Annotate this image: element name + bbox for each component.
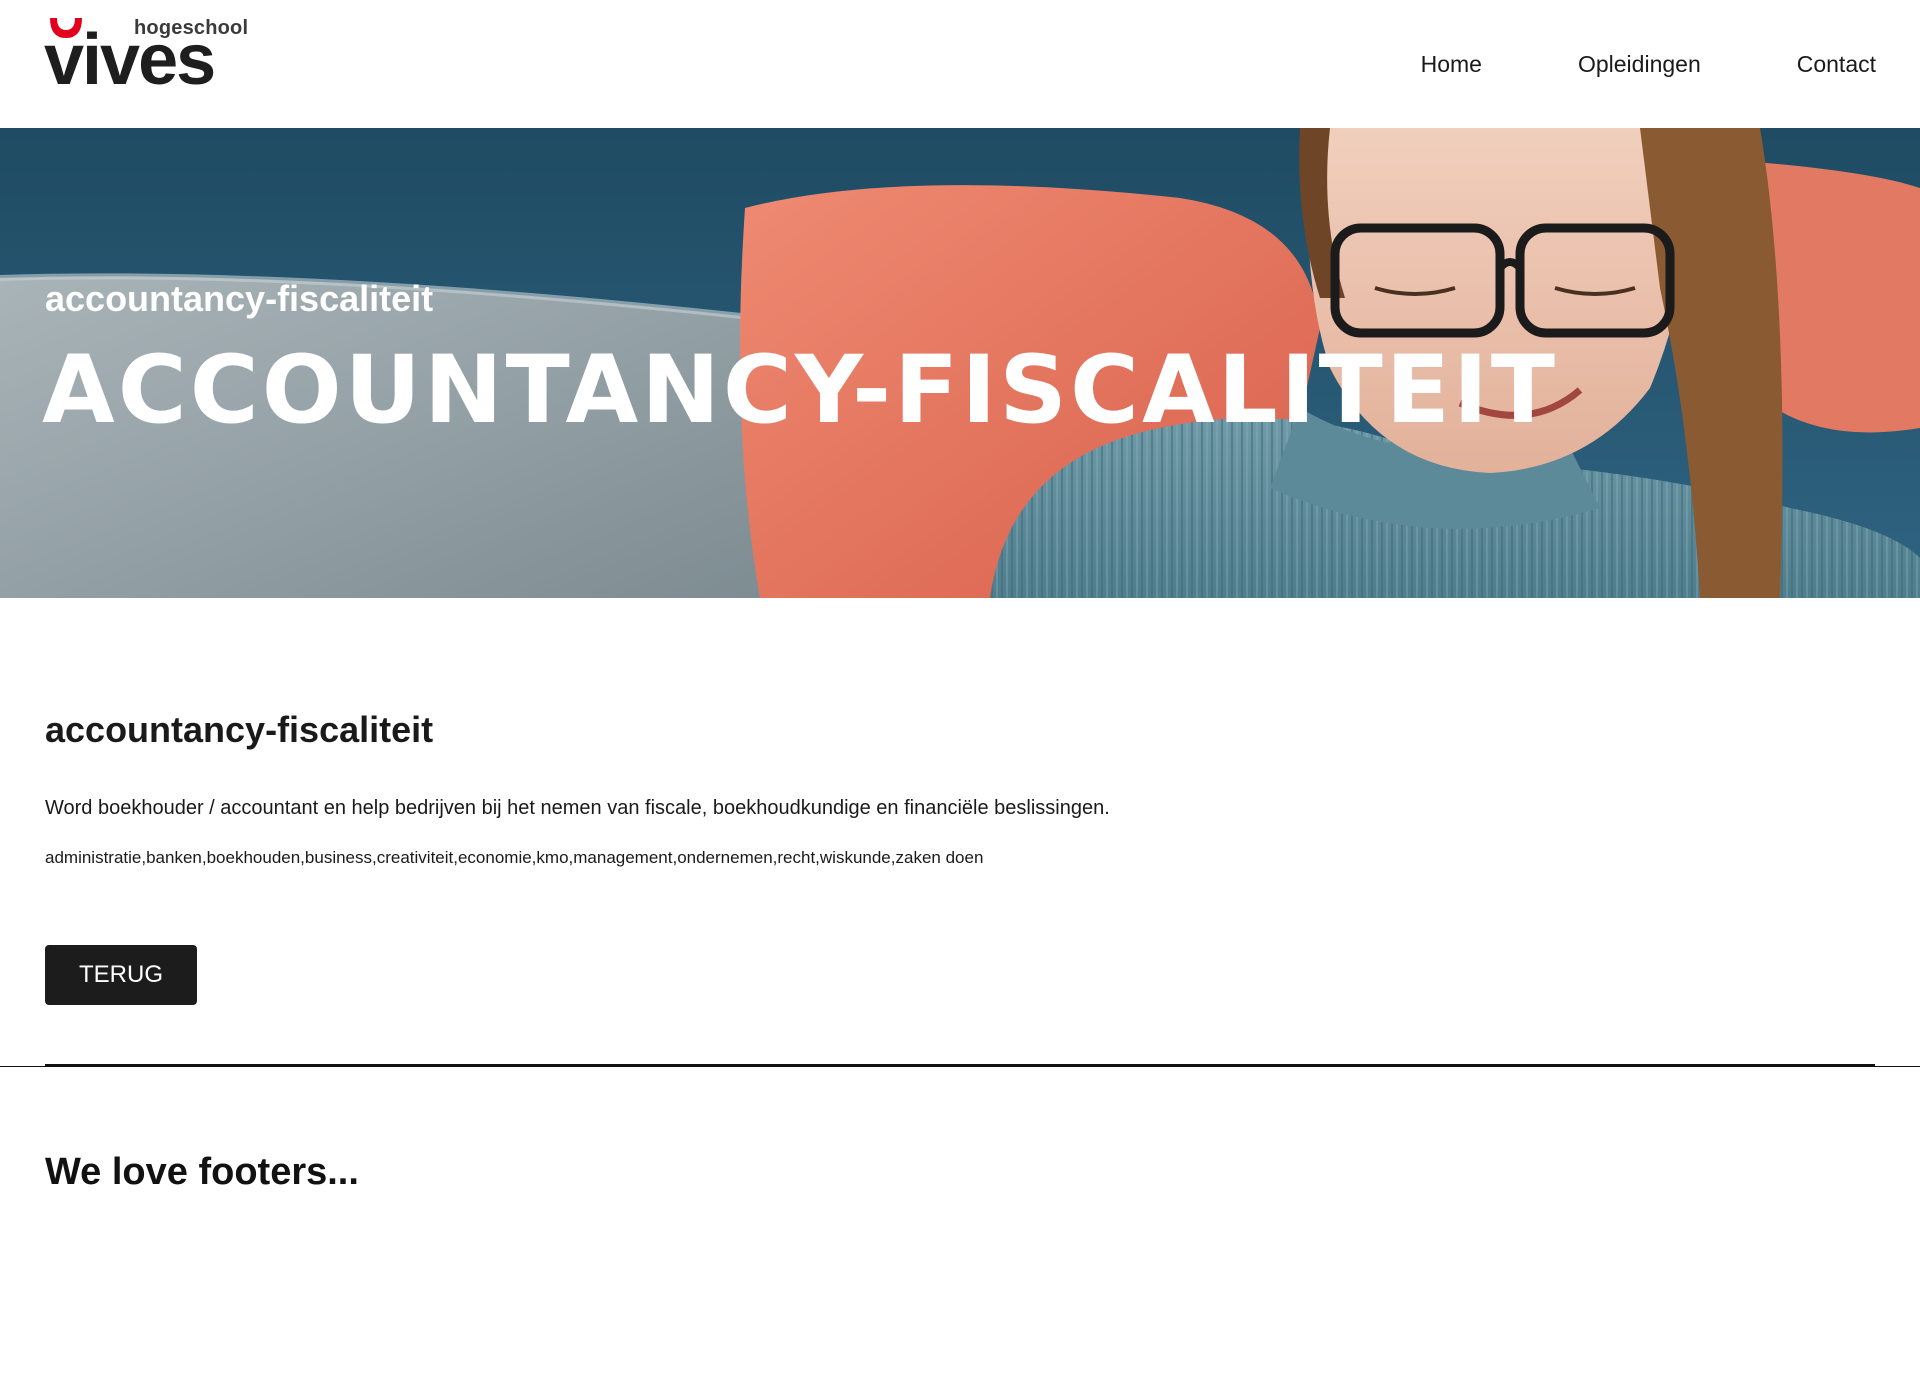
page-title: accountancy-fiscaliteit bbox=[45, 709, 434, 750]
back-button[interactable]: TERUG bbox=[45, 945, 197, 1005]
vives-logo[interactable]: hogeschool vives bbox=[44, 14, 250, 100]
hero-banner: accountancy-fiscaliteit ACCOUNTANCY-FISC… bbox=[0, 128, 1920, 598]
main-content: accountancy-fiscaliteit Word boekhouder … bbox=[45, 706, 1875, 1005]
site-header: hogeschool vives Home Opleidingen Contac… bbox=[0, 0, 1920, 128]
hero-title: ACCOUNTANCY-FISCALITEIT bbox=[42, 336, 1559, 445]
nav-home-link[interactable]: Home bbox=[1421, 46, 1482, 82]
logo-wordmark: vives bbox=[44, 20, 216, 100]
page-divider bbox=[45, 1064, 1875, 1067]
program-tags: administratie,banken,boekhouden,business… bbox=[45, 848, 984, 867]
site-footer: We love footers... bbox=[45, 1148, 359, 1196]
program-description: Word boekhouder / accountant en help bed… bbox=[45, 797, 1110, 819]
hero-subtitle: accountancy-fiscaliteit bbox=[45, 278, 434, 319]
nav-opleidingen-link[interactable]: Opleidingen bbox=[1578, 46, 1701, 82]
nav-contact-link[interactable]: Contact bbox=[1797, 46, 1876, 82]
main-nav: Home Opleidingen Contact bbox=[1421, 46, 1876, 82]
footer-title: We love footers... bbox=[45, 1151, 359, 1193]
